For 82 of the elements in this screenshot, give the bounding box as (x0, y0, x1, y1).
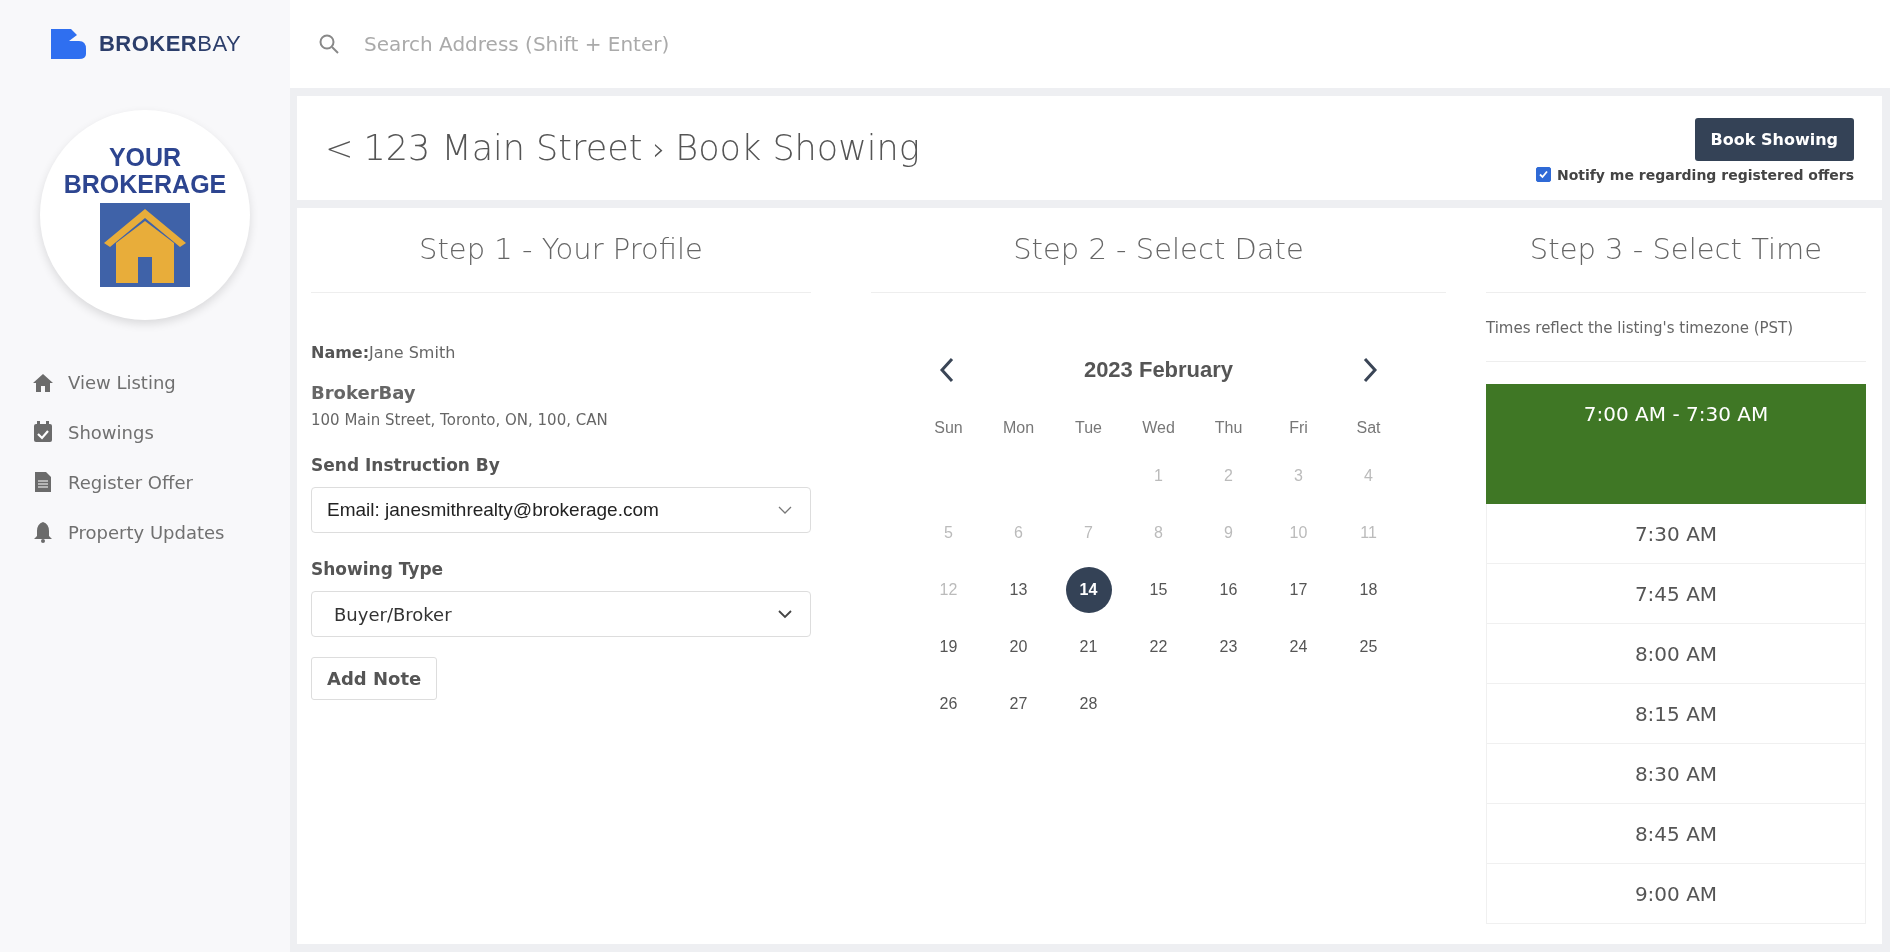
time-slot[interactable]: 7:30 AM (1486, 504, 1866, 564)
house-icon (100, 202, 190, 287)
time-slot[interactable]: 8:30 AM (1486, 744, 1866, 804)
calendar-day: 11 (1345, 510, 1392, 556)
page-title: Book Showing (675, 128, 920, 168)
calendar-day: 7 (1065, 510, 1112, 556)
calendar-day[interactable]: 18 (1345, 567, 1392, 613)
calendar-day[interactable]: 20 (995, 624, 1042, 670)
company-address: 100 Main Street, Toronto, ON, 100, CAN (311, 411, 609, 429)
weekday-label: Wed (1141, 419, 1176, 437)
time-slot[interactable]: 7:45 AM (1486, 564, 1866, 624)
calendar-check-icon (32, 421, 54, 443)
time-slot[interactable]: 8:00 AM (1486, 624, 1866, 684)
calendar-day[interactable]: 16 (1205, 567, 1252, 613)
calendar-day[interactable]: 14 (1065, 567, 1112, 613)
home-icon (32, 372, 54, 393)
check-icon (1537, 169, 1549, 180)
weekday-label: Thu (1213, 419, 1244, 437)
calendar-day[interactable]: 28 (1065, 681, 1112, 727)
step-heading: Step 2 - Select Date (871, 208, 1446, 293)
profile-name: Name:Jane Smith (311, 343, 457, 362)
calendar-day[interactable]: 27 (995, 681, 1042, 727)
calendar-day: 8 (1135, 510, 1182, 556)
field-label: Send Instruction By (311, 455, 501, 475)
weekday-label: Fri (1288, 419, 1309, 437)
calendar-day: 3 (1275, 453, 1322, 499)
chevron-down-icon (778, 609, 792, 619)
calendar-day: 4 (1345, 453, 1392, 499)
step-heading: Step 3 - Select Time (1486, 208, 1866, 293)
calendar-day[interactable]: 17 (1275, 567, 1322, 613)
notify-checkbox[interactable] (1535, 167, 1551, 182)
time-slot[interactable]: 7:00 AM - 7:30 AM (1486, 384, 1866, 504)
time-slot[interactable]: 9:00 AM (1486, 864, 1866, 924)
calendar-day[interactable]: 22 (1135, 624, 1182, 670)
step-heading: Step 1 - Your Profile (311, 208, 811, 293)
company-name: BrokerBay (311, 382, 417, 403)
weekday-label: Tue (1074, 419, 1103, 437)
calendar-month: 2023 February (1083, 357, 1234, 383)
sidebar-item[interactable]: Showings (32, 421, 290, 443)
weekday-label: Sat (1355, 419, 1382, 437)
calendar-day: 6 (995, 510, 1042, 556)
calendar-day[interactable]: 13 (995, 567, 1042, 613)
calendar-day[interactable]: 15 (1135, 567, 1182, 613)
brand-name: BROKERBAY (98, 31, 242, 57)
next-month-icon[interactable] (1362, 357, 1379, 383)
calendar-day[interactable]: 25 (1345, 624, 1392, 670)
sidebar-item[interactable]: Register Offer (32, 471, 290, 493)
notify-label: Notify me regarding registered offers (1556, 166, 1854, 183)
calendar-day: 12 (925, 567, 972, 613)
weekday-label: Sun (933, 419, 964, 437)
document-icon (32, 471, 54, 493)
calendar-day: 10 (1275, 510, 1322, 556)
calendar-day: 9 (1205, 510, 1252, 556)
timezone-note: Times reflect the listing's timezone (PST) (1486, 293, 1866, 362)
chevron-down-icon (778, 505, 792, 515)
back-link[interactable]: < (325, 128, 354, 168)
calendar-day[interactable]: 24 (1275, 624, 1322, 670)
brand-logo-icon (48, 28, 87, 60)
showing-type-dropdown[interactable]: Buyer/Broker (311, 591, 811, 637)
weekday-label: Mon (1001, 419, 1036, 437)
previous-month-icon[interactable] (938, 357, 955, 383)
sidebar-item[interactable]: View Listing (32, 372, 290, 393)
calendar-day[interactable]: 21 (1065, 624, 1112, 670)
time-slot[interactable]: 8:15 AM (1486, 684, 1866, 744)
bell-icon (32, 521, 54, 543)
calendar-day: 1 (1135, 453, 1182, 499)
calendar-day[interactable]: 23 (1205, 624, 1252, 670)
brokerage-logo-text: YOUR BROKERAGE (63, 143, 227, 199)
calendar-day[interactable]: 19 (925, 624, 972, 670)
breadcrumb-link[interactable]: 123 Main Street (363, 128, 643, 168)
field-label: Showing Type (311, 559, 445, 579)
breadcrumb-separator: › (652, 130, 666, 168)
time-slot[interactable]: 8:45 AM (1486, 804, 1866, 864)
calendar-day: 2 (1205, 453, 1252, 499)
instruction-dropdown[interactable]: Email: janesmithrealty@brokerage.com (311, 487, 811, 533)
book-showing-button[interactable]: Book Showing (1694, 117, 1854, 161)
sidebar-item[interactable]: Property Updates (32, 521, 290, 543)
calendar-day[interactable]: 26 (925, 681, 972, 727)
search-field[interactable]: Search Address (Shift + Enter) (362, 31, 866, 57)
calendar-day: 5 (925, 510, 972, 556)
search-icon (318, 33, 340, 55)
add-note-button[interactable]: Add Note (311, 657, 438, 700)
